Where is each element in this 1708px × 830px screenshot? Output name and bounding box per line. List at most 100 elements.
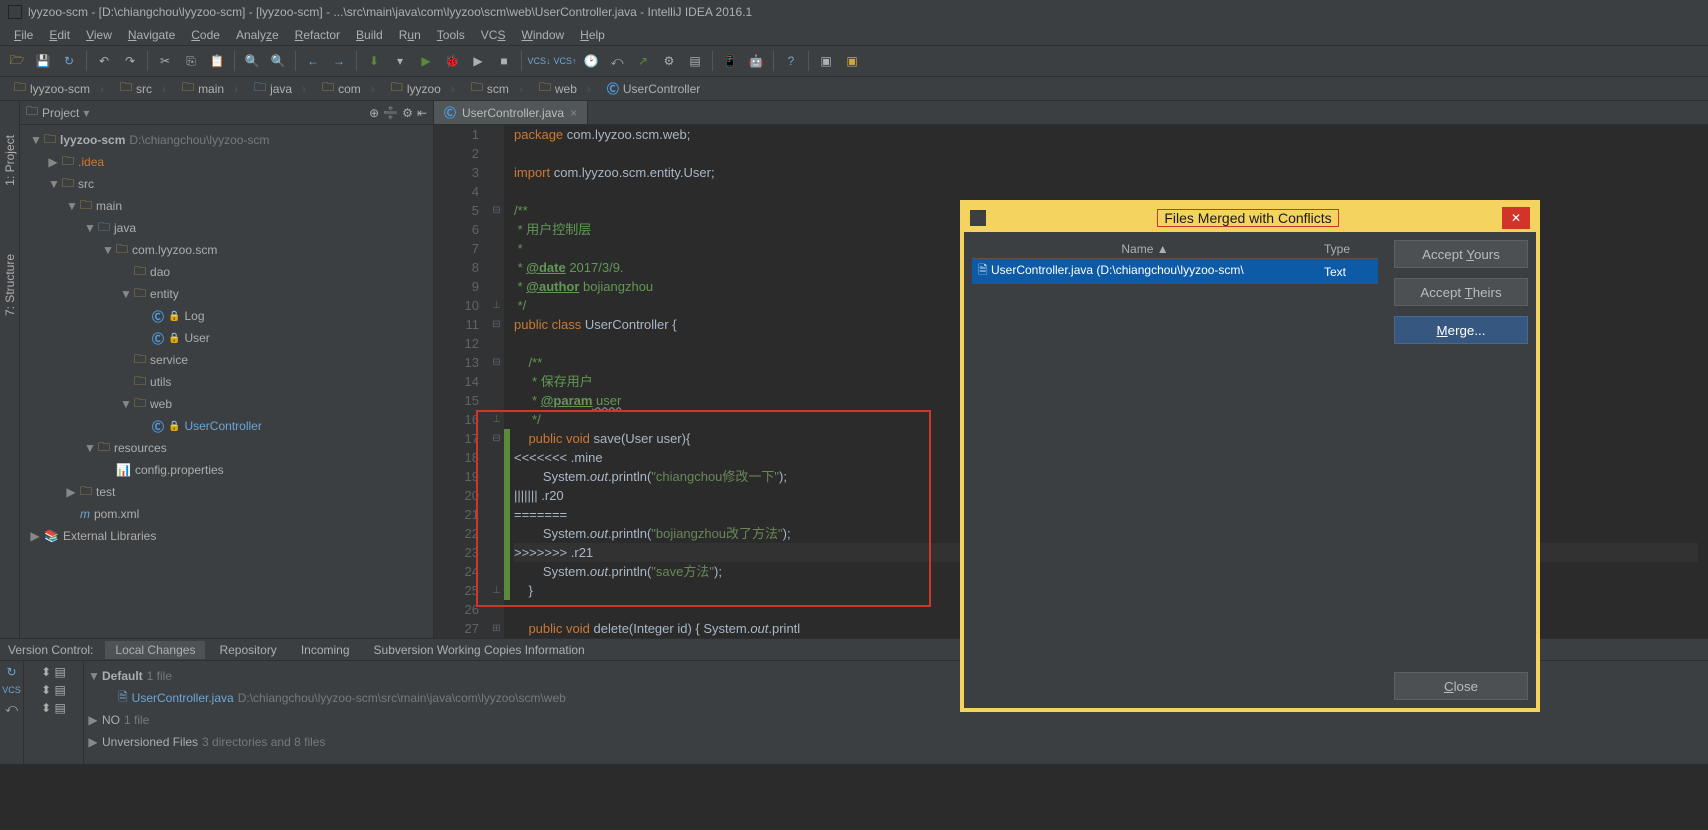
refresh-icon[interactable]: ↻ [6,665,16,679]
vcs-text-icon[interactable]: VCS [2,685,21,695]
redo-icon[interactable]: ↷ [119,50,141,72]
tree-web[interactable]: ▼🗀web [20,393,433,415]
avd-icon[interactable]: 🤖 [745,50,767,72]
replace-icon[interactable]: 🔍 [267,50,289,72]
vcs-update-icon[interactable]: VCS↓ [528,50,550,72]
forward-icon[interactable]: → [328,50,350,72]
debug-icon[interactable]: 🐞 [441,50,463,72]
accept-yours-button[interactable]: Accept Yours [1394,240,1528,268]
coverage-icon[interactable]: ▶ [467,50,489,72]
hide-icon[interactable]: ⇤ [417,106,427,120]
cut-icon[interactable]: ✂ [154,50,176,72]
side-tab-project[interactable]: 1: Project [1,131,19,190]
menu-window[interactable]: Window [513,26,572,44]
crumb-scm[interactable]: 🗀scm [463,76,531,101]
tool2-icon[interactable]: ▣ [841,50,863,72]
run-config-icon[interactable]: ▾ [389,50,411,72]
dialog-titlebar[interactable]: Files Merged with Conflicts ✕ [964,204,1536,232]
tree-pom[interactable]: mpom.xml [20,503,433,525]
diff-icon[interactable]: ⬍ ▤ [41,665,66,679]
tree-utils[interactable]: 🗀utils [20,371,433,393]
tree-service[interactable]: 🗀service [20,349,433,371]
settings-icon[interactable]: ⚙ [658,50,680,72]
collapse-icon[interactable]: ⊕ [369,106,379,120]
vcs-tab-svn[interactable]: Subversion Working Copies Information [364,641,595,659]
rollback-icon[interactable]: ⤺ [5,701,18,716]
menu-analyze[interactable]: Analyze [228,26,287,44]
close-tab-icon[interactable]: × [570,106,577,120]
expand-icon[interactable]: ⬍ ▤ [41,701,66,715]
vcs-commit-icon[interactable]: VCS↑ [554,50,576,72]
menu-file[interactable]: File [6,26,41,44]
menu-tools[interactable]: Tools [429,26,473,44]
close-button[interactable]: Close [1394,672,1528,700]
crumb-com[interactable]: 🗀com [314,76,383,101]
tree-controller[interactable]: Ⓒ🔒UserController [20,415,433,437]
run-icon[interactable]: ▶ [415,50,437,72]
vcs-history-icon[interactable]: 🕑 [580,50,602,72]
menu-code[interactable]: Code [183,26,228,44]
open-icon[interactable]: 🗁 [6,50,28,72]
copy-icon[interactable]: ⎘ [180,50,202,72]
tree-resources[interactable]: ▼🗀resources [20,437,433,459]
gear-icon[interactable]: ⚙ [402,106,413,120]
tree-entity[interactable]: ▼🗀entity [20,283,433,305]
stop-icon[interactable]: ■ [493,50,515,72]
crumb-class[interactable]: ⒸUserController [599,78,708,99]
tree-java[interactable]: ▼🗀java [20,217,433,239]
find-icon[interactable]: 🔍 [241,50,263,72]
vcs-no-changelist[interactable]: ▶NO 1 file [88,709,1704,731]
crumb-src[interactable]: 🗀src [112,76,174,101]
tree-idea[interactable]: ▶🗀.idea [20,151,433,173]
vcs-unversioned[interactable]: ▶Unversioned Files 3 directories and 8 f… [88,731,1704,753]
sync-icon[interactable]: ↻ [58,50,80,72]
crumb-project[interactable]: 🗀lyyzoo-scm [6,76,112,101]
target-icon[interactable]: ➗ [383,106,398,120]
vcs-revert-icon[interactable]: ⤺ [606,50,628,72]
tree-user[interactable]: Ⓒ🔒User [20,327,433,349]
crumb-main[interactable]: 🗀main [174,76,246,101]
vcs-tab-repo[interactable]: Repository [209,641,286,659]
tree-root[interactable]: ▼🗀lyyzoo-scm D:\chiangchou\lyyzoo-scm [20,129,433,151]
crumb-web[interactable]: 🗀web [531,76,599,101]
menu-run[interactable]: Run [391,26,429,44]
side-tab-structure[interactable]: 7: Structure [1,250,19,320]
vcs-push-icon[interactable]: ↗ [632,50,654,72]
tool1-icon[interactable]: ▣ [815,50,837,72]
vcs-tab-local[interactable]: Local Changes [105,641,205,659]
tree-external[interactable]: ▶📚External Libraries [20,525,433,547]
tree-main[interactable]: ▼🗀main [20,195,433,217]
vcs-tab-incoming[interactable]: Incoming [291,641,360,659]
menu-build[interactable]: Build [348,26,391,44]
menu-help[interactable]: Help [572,26,613,44]
menu-edit[interactable]: Edit [41,26,78,44]
make-icon[interactable]: ⬇ [363,50,385,72]
menu-view[interactable]: View [78,26,120,44]
paste-icon[interactable]: 📋 [206,50,228,72]
tree-config[interactable]: 📊config.properties [20,459,433,481]
help-icon[interactable]: ? [780,50,802,72]
tree-log[interactable]: Ⓒ🔒Log [20,305,433,327]
project-structure-icon[interactable]: ▤ [684,50,706,72]
save-icon[interactable]: 💾 [32,50,54,72]
menu-vcs[interactable]: VCS [473,26,514,44]
crumb-java[interactable]: 🗀java [246,76,314,101]
sdk-icon[interactable]: 📱 [719,50,741,72]
col-type[interactable]: Type [1318,240,1378,259]
dialog-close-icon[interactable]: ✕ [1502,207,1530,229]
group-icon[interactable]: ⬍ ▤ [41,683,66,697]
back-icon[interactable]: ← [302,50,324,72]
tree-src[interactable]: ▼🗀src [20,173,433,195]
merge-button[interactable]: Merge... [1394,316,1528,344]
col-name[interactable]: Name ▲ [972,240,1318,259]
menu-navigate[interactable]: Navigate [120,26,183,44]
tree-pkg[interactable]: ▼🗀com.lyyzoo.scm [20,239,433,261]
tree-dao[interactable]: 🗀dao [20,261,433,283]
crumb-lyyzoo[interactable]: 🗀lyyzoo [383,76,463,101]
menu-refactor[interactable]: Refactor [287,26,348,44]
undo-icon[interactable]: ↶ [93,50,115,72]
editor-tab[interactable]: Ⓒ UserController.java × [434,101,588,124]
accept-theirs-button[interactable]: Accept Theirs [1394,278,1528,306]
conflict-row[interactable]: 🗎 UserController.java (D:\chiangchou\lyy… [972,259,1378,285]
tree-test[interactable]: ▶🗀test [20,481,433,503]
